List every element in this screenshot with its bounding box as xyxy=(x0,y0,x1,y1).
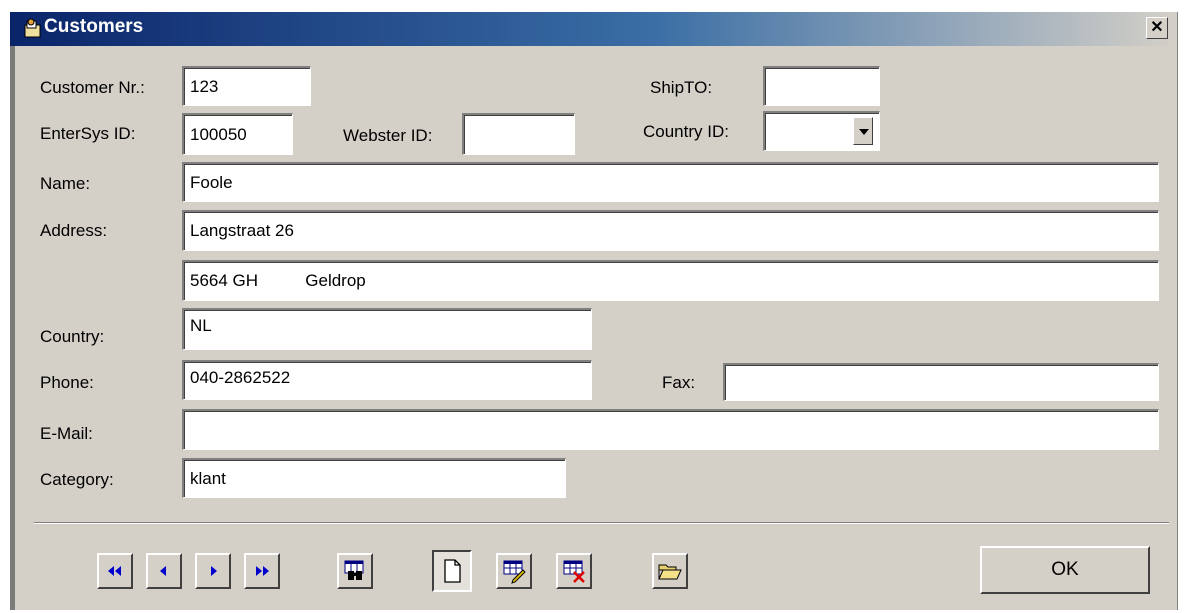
last-record-icon xyxy=(256,566,269,576)
webster-id-label: Webster ID: xyxy=(343,126,433,145)
next-record-button[interactable] xyxy=(195,553,231,589)
ok-button[interactable]: OK xyxy=(980,546,1150,594)
fax-label: Fax: xyxy=(662,373,696,392)
webster-id-field[interactable] xyxy=(462,113,575,155)
fax-field[interactable] xyxy=(723,363,1159,401)
category-field[interactable]: klant xyxy=(182,458,566,498)
phone-field[interactable]: 040-2862522 xyxy=(182,360,592,400)
country-label: Country: xyxy=(40,327,105,346)
country-id-label: Country ID: xyxy=(643,122,729,141)
find-button[interactable] xyxy=(337,553,373,589)
title-bar[interactable] xyxy=(10,12,1177,46)
email-field[interactable] xyxy=(182,409,1159,450)
edit-record-icon xyxy=(503,560,526,584)
address-line2-field[interactable]: 5664 GH Geldrop xyxy=(182,260,1159,301)
edit-record-button[interactable] xyxy=(496,553,532,589)
email-label: E-Mail: xyxy=(40,424,93,443)
last-record-button[interactable] xyxy=(244,553,280,589)
customer-nr-field[interactable]: 123 xyxy=(182,66,311,106)
previous-record-button[interactable] xyxy=(146,553,182,589)
shipto-label: ShipTO: xyxy=(650,78,713,97)
open-folder-icon xyxy=(658,564,682,580)
country-field[interactable]: NL xyxy=(182,308,592,350)
new-record-button[interactable] xyxy=(432,550,472,592)
separator-line xyxy=(34,522,1169,524)
next-record-icon xyxy=(211,566,217,576)
app-icon xyxy=(24,18,41,38)
delete-record-icon xyxy=(563,560,585,583)
first-record-icon xyxy=(108,566,121,576)
find-binoculars-icon xyxy=(344,560,364,580)
close-button[interactable]: ✕ xyxy=(1146,17,1168,39)
chevron-down-icon[interactable] xyxy=(853,117,873,145)
window-title: Customers xyxy=(44,16,144,37)
window-left-border xyxy=(10,12,15,610)
category-label: Category: xyxy=(40,470,114,489)
name-field[interactable]: Foole xyxy=(182,162,1159,202)
open-folder-button[interactable] xyxy=(652,553,688,589)
delete-record-button[interactable] xyxy=(556,553,592,589)
entersys-id-label: EnterSys ID: xyxy=(40,124,136,143)
customer-nr-label: Customer Nr.: xyxy=(40,78,145,97)
close-icon: ✕ xyxy=(1150,19,1164,36)
name-label: Name: xyxy=(40,174,91,193)
phone-label: Phone: xyxy=(40,373,94,392)
address-line1-field[interactable]: Langstraat 26 xyxy=(182,210,1159,251)
new-document-icon xyxy=(444,559,461,583)
entersys-id-field[interactable]: 100050 xyxy=(182,113,293,155)
previous-record-icon xyxy=(160,566,166,576)
address-label: Address: xyxy=(40,221,108,240)
shipto-field[interactable] xyxy=(763,66,880,106)
first-record-button[interactable] xyxy=(97,553,133,589)
